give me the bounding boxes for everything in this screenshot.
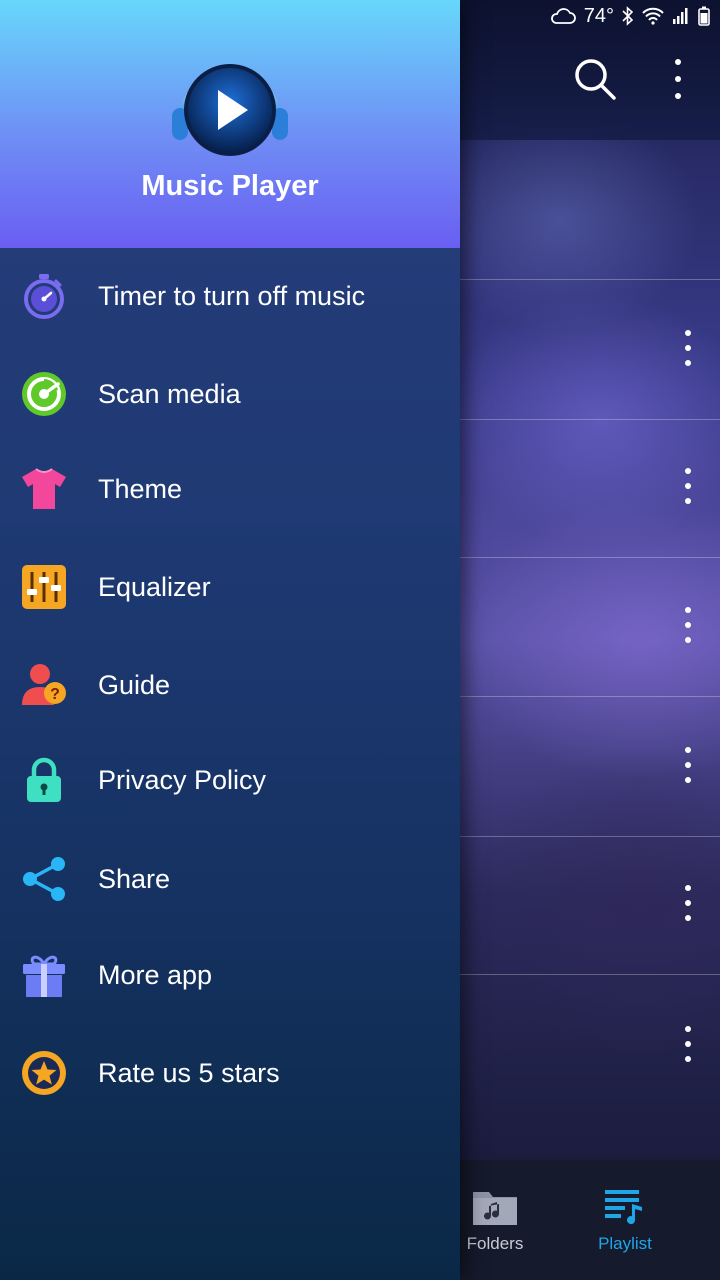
lock-icon [27,757,61,802]
share-icon [23,857,65,901]
list-item[interactable] [460,976,720,1160]
item-more-icon[interactable] [684,1026,692,1066]
folder-icon [473,1192,517,1225]
item-more-icon[interactable] [684,467,692,508]
equalizer-icon [22,565,66,609]
menu-label-equalizer: Equalizer [98,571,211,602]
app-title: Music Player [141,170,319,202]
list-item[interactable] [460,557,720,697]
list-item[interactable] [460,835,720,975]
tshirt-icon [22,468,66,509]
app-logo-icon [172,64,288,156]
guide-icon: ? [22,664,66,705]
item-more-icon[interactable] [684,884,692,925]
scan-icon [22,372,66,416]
menu-item-timer[interactable]: Timer to turn off music [0,248,460,344]
item-more-icon[interactable] [684,329,692,370]
temperature-text: 74° [583,4,614,27]
menu-item-rate-us[interactable]: Rate us 5 stars [0,1025,460,1121]
menu-label-privacy-policy: Privacy Policy [98,764,267,795]
tab-folders-label: Folders [466,1234,524,1253]
tab-playlist-label: Playlist [598,1234,652,1253]
menu-label-theme: Theme [98,473,183,504]
item-more-icon[interactable] [684,746,692,787]
menu-item-theme[interactable]: Theme [0,441,460,537]
battery-icon [698,6,710,26]
background-list [460,140,720,1160]
cloud-icon [550,8,576,24]
menu-item-more-app[interactable]: More app [0,927,460,1023]
menu-item-scan-media[interactable]: Scan media [0,346,460,442]
timer-icon [24,274,64,319]
menu-label-share: Share [98,863,171,894]
list-item[interactable] [460,418,720,558]
more-options-icon[interactable] [664,56,692,102]
item-more-icon[interactable] [684,606,692,647]
playlist-icon [605,1190,642,1225]
signal-icon [673,8,688,24]
list-item[interactable] [460,140,720,280]
drawer-header: Music Player [0,0,460,248]
search-icon[interactable] [572,56,618,102]
menu-item-share[interactable]: Share [0,831,460,927]
bluetooth-icon [622,6,634,26]
menu-item-privacy-policy[interactable]: Privacy Policy [0,732,460,828]
menu-label-guide: Guide [98,669,171,700]
menu-item-equalizer[interactable]: Equalizer [0,539,460,635]
list-item[interactable] [460,280,720,420]
gift-icon [23,955,65,997]
wifi-icon [642,7,664,25]
tab-playlist[interactable]: Playlist [560,1160,690,1280]
menu-label-timer: Timer to turn off music [98,280,366,311]
bottom-navigation: Folders Playlist [460,1160,720,1280]
navigation-drawer: Music Player Timer to turn off music Sca… [0,0,460,1280]
star-icon [22,1051,66,1095]
status-bar: 74° [460,0,720,32]
menu-item-guide[interactable]: ? Guide [0,637,460,733]
menu-label-more-app: More app [98,959,213,990]
list-item[interactable] [460,697,720,837]
menu-label-rate-us: Rate us 5 stars [98,1057,280,1088]
menu-label-scan-media: Scan media [98,378,241,409]
svg-text:?: ? [50,686,60,703]
